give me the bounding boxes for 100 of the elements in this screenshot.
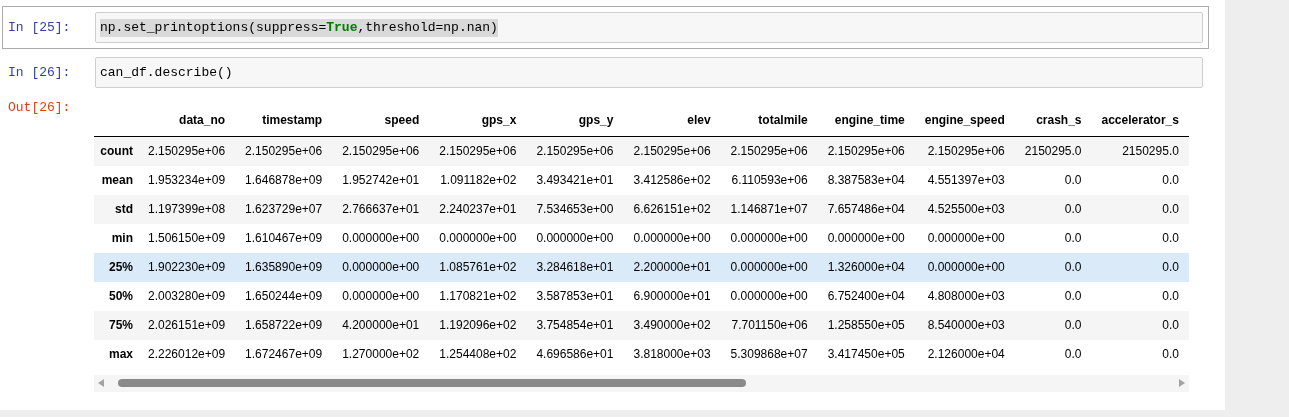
- table-cell: 2.003280e+09: [138, 281, 236, 311]
- table-cell: 4.525500e+03: [914, 194, 1015, 224]
- table-cell: 0.0: [1091, 194, 1189, 224]
- table-cell: 1.085761e+02: [429, 252, 527, 282]
- table-cell: 1.170821e+02: [429, 281, 527, 311]
- table-cell: 2150295.0: [1091, 136, 1189, 166]
- table-cell: 6.626151e+02: [623, 194, 721, 224]
- table-cell: 1.610467e+09: [235, 223, 333, 253]
- table-cell: 0.000000e+00: [720, 223, 818, 253]
- table-cell: 4.696586e+01: [526, 339, 624, 369]
- table-cell: 3.818000e+03: [623, 339, 721, 369]
- table-cell: 3.490000e+02: [623, 310, 721, 340]
- table-cell: 0.0: [1014, 252, 1092, 282]
- table-cell: 1.672467e+09: [235, 339, 333, 369]
- table-cell: 0.0: [1014, 194, 1092, 224]
- table-cell: 1.658722e+09: [235, 310, 333, 340]
- table-cell: 5.309868e+07: [720, 339, 818, 369]
- table-cell: 2.200000e+01: [623, 252, 721, 282]
- output-prompt: Out[26]:: [8, 99, 72, 117]
- table-cell: 0.0: [1091, 252, 1189, 282]
- input-prompt: In [26]:: [8, 64, 72, 82]
- table-cell: 7.657486e+04: [817, 194, 915, 224]
- table-cell: 3.417450e+05: [817, 339, 915, 369]
- column-header: engine_time: [817, 104, 915, 137]
- table-cell: 0.0: [1091, 165, 1189, 195]
- table-cell: 1.258550e+05: [817, 310, 915, 340]
- table-cell: 1.146871e+07: [720, 194, 818, 224]
- table-cell: 0.0: [1014, 281, 1092, 311]
- table-cell: 0.0: [1014, 339, 1092, 369]
- table-cell: 0.000000e+00: [332, 223, 430, 253]
- table-cell: 2.150295e+06: [138, 136, 236, 166]
- table-cell: 0.000000e+00: [914, 252, 1015, 282]
- table-cell: 4.551397e+03: [914, 165, 1015, 195]
- table-cell: 0.0: [1091, 223, 1189, 253]
- scroll-right-icon[interactable]: [1179, 379, 1185, 387]
- table-cell: 0.000000e+00: [623, 223, 721, 253]
- table-cell: 3.412586e+02: [623, 165, 721, 195]
- code-line: can_df.describe(): [100, 63, 233, 82]
- table-cell: 1.646878e+09: [235, 165, 333, 195]
- table-cell: 1.650244e+09: [235, 281, 333, 311]
- table-cell: 2.150295e+06: [914, 136, 1015, 166]
- table-cell: 1.506150e+09: [138, 223, 236, 253]
- row-label: mean: [94, 165, 138, 195]
- table-cell: 2.150295e+06: [429, 136, 527, 166]
- table-cell: 0.000000e+00: [914, 223, 1015, 253]
- table-cell: 2.150295e+06: [720, 136, 818, 166]
- column-header: accelerator_s: [1091, 104, 1189, 137]
- table-cell: 0.000000e+00: [720, 281, 818, 311]
- table-cell: 1.635890e+09: [235, 252, 333, 282]
- table-cell: 0.000000e+00: [526, 223, 624, 253]
- table-cell: 3.754854e+01: [526, 310, 624, 340]
- table-cell: 2150295.0: [1014, 136, 1092, 166]
- table-cell: 8.387583e+04: [817, 165, 915, 195]
- row-label: 25%: [94, 252, 138, 282]
- scrollbar-thumb[interactable]: [118, 379, 746, 387]
- table-cell: 2.766637e+01: [332, 194, 430, 224]
- code-editor[interactable]: can_df.describe(): [95, 57, 1203, 88]
- table-cell: 0.000000e+00: [817, 223, 915, 253]
- input-prompt: In [25]:: [8, 19, 72, 37]
- table-cell: 0.0: [1014, 310, 1092, 340]
- table-cell: 2.240237e+01: [429, 194, 527, 224]
- table-cell: 1.902230e+09: [138, 252, 236, 282]
- table-cell: 2.150295e+06: [623, 136, 721, 166]
- table-cell: 4.200000e+01: [332, 310, 430, 340]
- table-cell: 3.493421e+01: [526, 165, 624, 195]
- table-cell: 0.000000e+00: [720, 252, 818, 282]
- table-cell: 7.701150e+06: [720, 310, 818, 340]
- column-header: crash_s: [1014, 104, 1092, 137]
- column-header: totalmile: [720, 104, 818, 137]
- scroll-left-icon[interactable]: [98, 379, 104, 387]
- table-cell: 1.254408e+02: [429, 339, 527, 369]
- table-cell: 1.091182e+02: [429, 165, 527, 195]
- table-cell: 2.150295e+06: [235, 136, 333, 166]
- row-label: 75%: [94, 310, 138, 340]
- column-header: timestamp: [235, 104, 333, 137]
- table-cell: 0.0: [1014, 165, 1092, 195]
- column-header: gps_y: [526, 104, 624, 137]
- table-cell: 2.150295e+06: [817, 136, 915, 166]
- horizontal-scrollbar[interactable]: [94, 374, 1189, 392]
- column-header: gps_x: [429, 104, 527, 137]
- table-cell: 2.126000e+04: [914, 339, 1015, 369]
- row-label: count: [94, 136, 138, 166]
- code-editor[interactable]: np.set_printoptions(suppress=True,threshold=np.nan): [95, 12, 1203, 43]
- row-label: std: [94, 194, 138, 224]
- table-cell: 0.0: [1014, 223, 1092, 253]
- table-cell: 0.0: [1091, 310, 1189, 340]
- table-cell: 0.0: [1091, 339, 1189, 369]
- table-cell: 0.000000e+00: [332, 281, 430, 311]
- column-header: speed: [332, 104, 430, 137]
- table-cell: 6.110593e+06: [720, 165, 818, 195]
- table-cell: 2.226012e+09: [138, 339, 236, 369]
- table-cell: 1.326000e+04: [817, 252, 915, 282]
- table-cell: 2.150295e+06: [332, 136, 430, 166]
- table-cell: 3.587853e+01: [526, 281, 624, 311]
- table-cell: 3.284618e+01: [526, 252, 624, 282]
- table-cell: 1.197399e+08: [138, 194, 236, 224]
- table-cell: 0.000000e+00: [429, 223, 527, 253]
- table-cell: 1.192096e+02: [429, 310, 527, 340]
- row-label: 50%: [94, 281, 138, 311]
- table-cell: 0.000000e+00: [332, 252, 430, 282]
